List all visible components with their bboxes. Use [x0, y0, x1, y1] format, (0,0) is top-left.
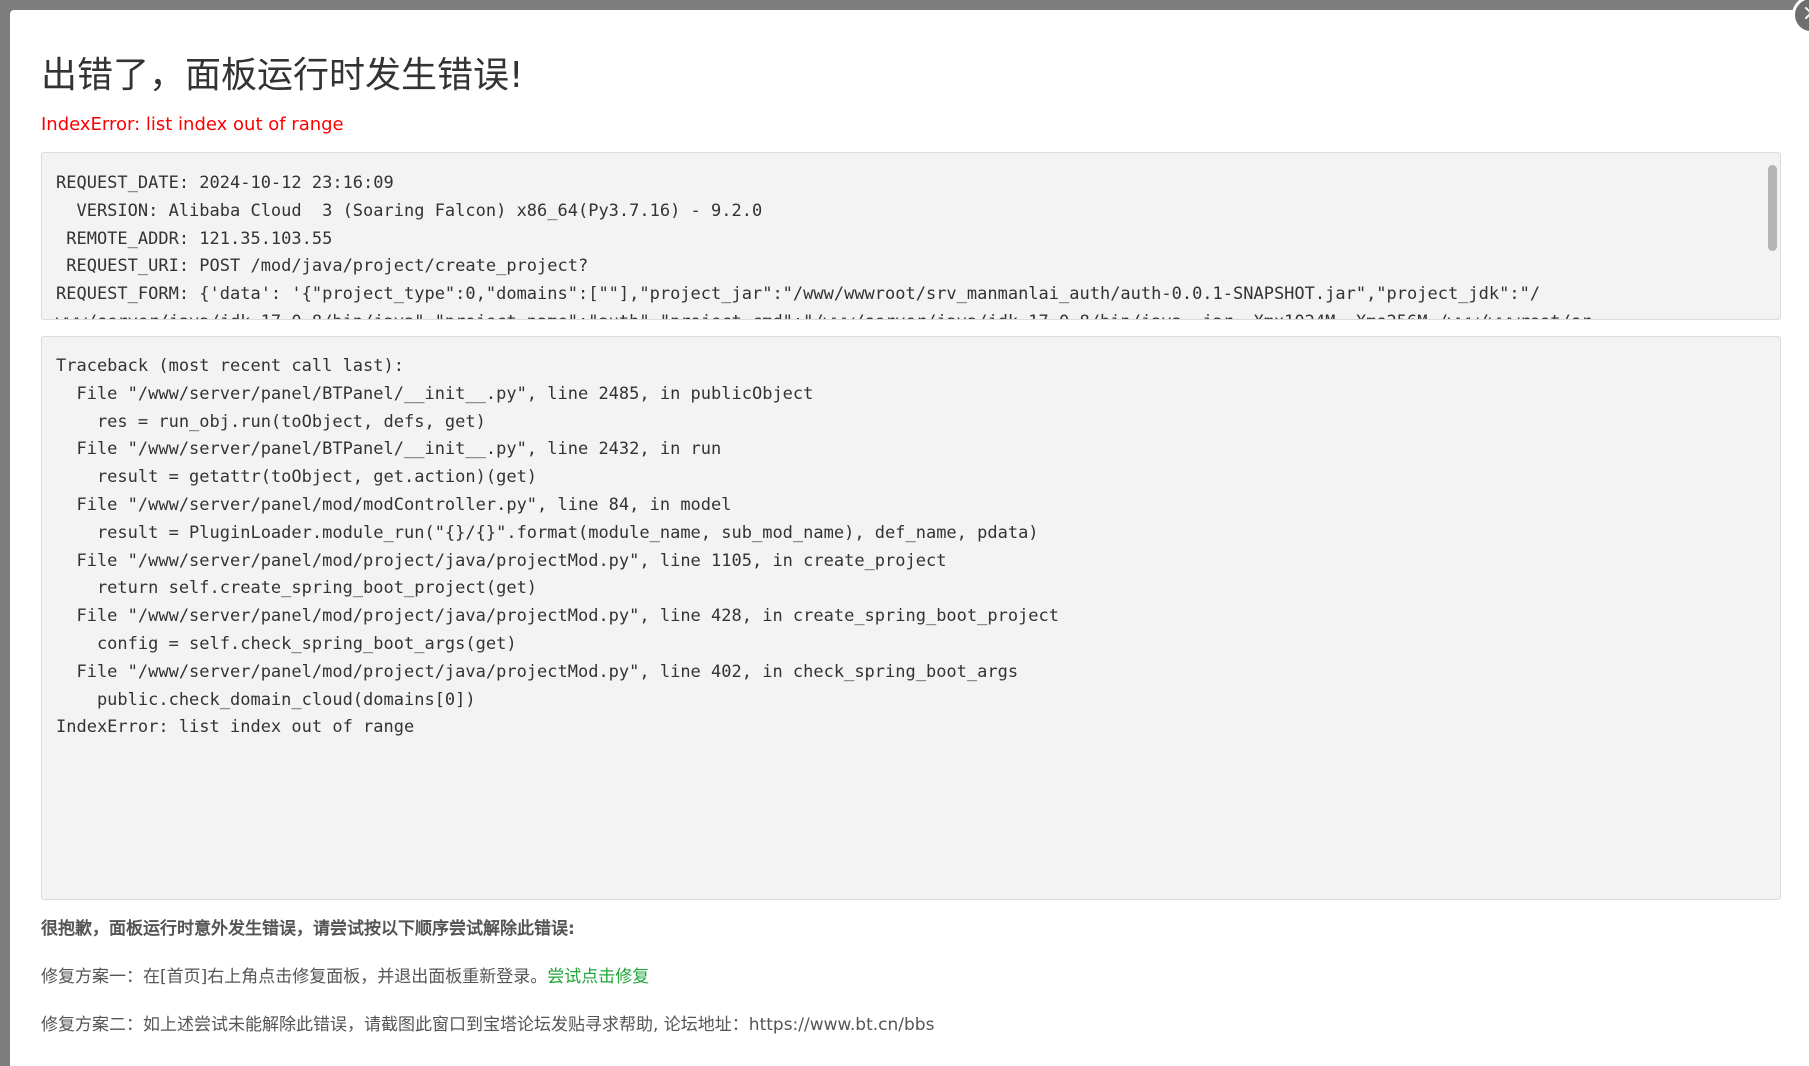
traceback-line: File "/www/server/panel/mod/project/java…	[56, 661, 1019, 682]
error-message: IndexError: list index out of range	[41, 114, 344, 135]
traceback-box: Traceback (most recent call last): File …	[41, 336, 1781, 900]
request-info-text: REQUEST_DATE: 2024-10-12 23:16:09 VERSIO…	[42, 153, 1780, 319]
fix-option-two: 修复方案二：如上述尝试未能解除此错误，请截图此窗口到宝塔论坛发贴寻求帮助, 论坛…	[41, 1015, 935, 1035]
request-info-box[interactable]: REQUEST_DATE: 2024-10-12 23:16:09 VERSIO…	[41, 152, 1781, 320]
request-line: REMOTE_ADDR: 121.35.103.55	[56, 228, 333, 249]
traceback-line: result = PluginLoader.module_run("{}/{}"…	[56, 522, 1039, 543]
traceback-line: IndexError: list index out of range	[56, 717, 415, 738]
close-icon[interactable]: ×	[1792, 0, 1809, 34]
help-heading: 很抱歉，面板运行时意外发生错误，请尝试按以下顺序尝试解除此错误:	[41, 919, 575, 939]
traceback-line: File "/www/server/panel/BTPanel/__init__…	[56, 439, 722, 460]
traceback-line: Traceback (most recent call last):	[56, 356, 404, 376]
scrollbar-thumb[interactable]	[1768, 165, 1777, 251]
traceback-line: res = run_obj.run(toObject, defs, get)	[56, 411, 486, 432]
traceback-line: result = getattr(toObject, get.action)(g…	[56, 467, 538, 488]
fix-option-one: 修复方案一：在[首页]右上角点击修复面板，并退出面板重新登录。尝试点击修复	[41, 962, 649, 987]
traceback-line: return self.create_spring_boot_project(g…	[56, 578, 538, 599]
fix-option-one-text: 修复方案一：在[首页]右上角点击修复面板，并退出面板重新登录。	[41, 967, 548, 987]
request-line: REQUEST_FORM: {'data': '{"project_type":…	[56, 284, 1541, 305]
traceback-line: public.check_domain_cloud(domains[0])	[56, 689, 476, 710]
request-line: www/server/java/jdk-17.0.8/bin/java","pr…	[56, 312, 1591, 319]
error-dialog: × 出错了，面板运行时发生错误! IndexError: list index …	[10, 0, 1809, 1066]
traceback-line: File "/www/server/panel/BTPanel/__init__…	[56, 383, 814, 404]
request-line: REQUEST_DATE: 2024-10-12 23:16:09	[56, 173, 394, 193]
request-scrollbar[interactable]	[1766, 153, 1779, 319]
traceback-line: File "/www/server/panel/mod/project/java…	[56, 606, 1060, 627]
request-line: VERSION: Alibaba Cloud 3 (Soaring Falcon…	[56, 200, 763, 221]
traceback-line: File "/www/server/panel/mod/project/java…	[56, 550, 947, 571]
request-line: REQUEST_URI: POST /mod/java/project/crea…	[56, 256, 589, 277]
dialog-title: 出错了，面板运行时发生错误!	[41, 55, 524, 96]
traceback-line: config = self.check_spring_boot_args(get…	[56, 633, 517, 654]
traceback-text: Traceback (most recent call last): File …	[42, 337, 1780, 742]
traceback-line: File "/www/server/panel/mod/modControlle…	[56, 494, 732, 515]
repair-link[interactable]: 尝试点击修复	[547, 967, 649, 987]
